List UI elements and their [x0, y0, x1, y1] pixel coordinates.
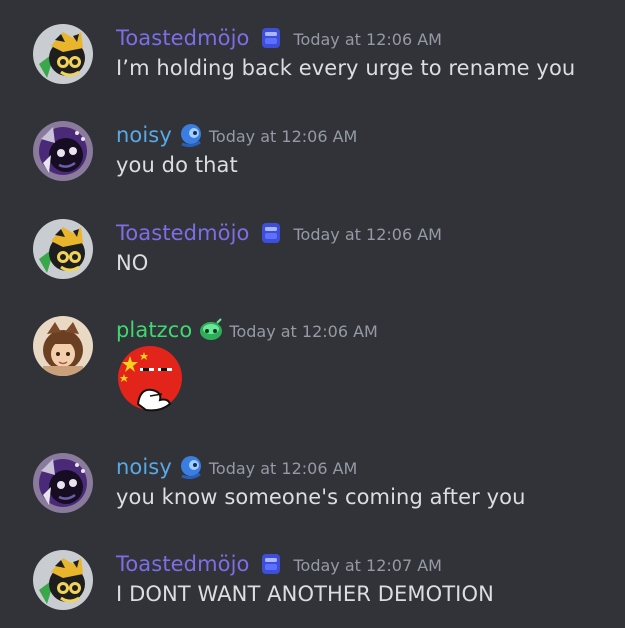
message-content: I’m holding back every urge to rename yo…: [116, 56, 576, 80]
username[interactable]: noisy: [116, 123, 172, 147]
message-header: platzco Today at 12:06 AM: [116, 316, 378, 344]
timestamp: Today at 12:06 AM: [229, 322, 378, 341]
green-slime-badge-icon[interactable]: [198, 317, 224, 343]
message-content: you know someone's coming after you: [116, 485, 526, 509]
avatar[interactable]: [33, 550, 93, 610]
username[interactable]: platzco: [116, 318, 192, 342]
timestamp: Today at 12:06 AM: [208, 127, 358, 146]
timestamp: Today at 12:06 AM: [293, 225, 442, 244]
noisy-avatar-image: [33, 121, 93, 181]
avatar[interactable]: [33, 219, 93, 279]
toastedmojo-avatar-image: [33, 219, 93, 279]
message-header: Toastedmöjo Today at 12:07 AM: [116, 550, 442, 578]
username[interactable]: Toastedmöjo: [116, 221, 250, 245]
avatar[interactable]: [33, 316, 93, 376]
message-header: Toastedmöjo Today at 12:06 AM: [116, 219, 442, 247]
toastedmojo-avatar-image: [33, 24, 93, 84]
avatar[interactable]: [33, 24, 93, 84]
blue-mascot-badge-icon[interactable]: [178, 122, 204, 148]
toast-badge-icon[interactable]: [258, 551, 284, 577]
toast-badge-icon[interactable]: [258, 220, 284, 246]
avatar[interactable]: [33, 453, 93, 513]
noisy-avatar-image: [33, 453, 93, 513]
chat-message-list: Toastedmöjo Today at 12:06 AM I’m holdin…: [0, 0, 625, 628]
message-header: noisy Today at 12:06 AM: [116, 453, 357, 481]
toast-badge-icon[interactable]: [258, 25, 284, 51]
blue-mascot-badge-icon[interactable]: [178, 454, 204, 480]
timestamp: Today at 12:07 AM: [293, 556, 442, 575]
toastedmojo-avatar-image: [33, 550, 93, 610]
message-content: I DONT WANT ANOTHER DEMOTION: [116, 582, 494, 606]
avatar[interactable]: [33, 121, 93, 181]
username[interactable]: Toastedmöjo: [116, 26, 250, 50]
message-content: NO: [116, 251, 149, 275]
timestamp: Today at 12:06 AM: [208, 459, 358, 478]
username[interactable]: Toastedmöjo: [116, 552, 250, 576]
message-header: Toastedmöjo Today at 12:06 AM: [116, 24, 442, 52]
username[interactable]: noisy: [116, 455, 172, 479]
timestamp: Today at 12:06 AM: [293, 30, 442, 49]
message-content: you do that: [116, 153, 238, 177]
platzco-avatar-image: [33, 316, 93, 376]
chinaball-thinking-emoji[interactable]: [116, 346, 188, 414]
message-header: noisy Today at 12:06 AM: [116, 121, 357, 149]
